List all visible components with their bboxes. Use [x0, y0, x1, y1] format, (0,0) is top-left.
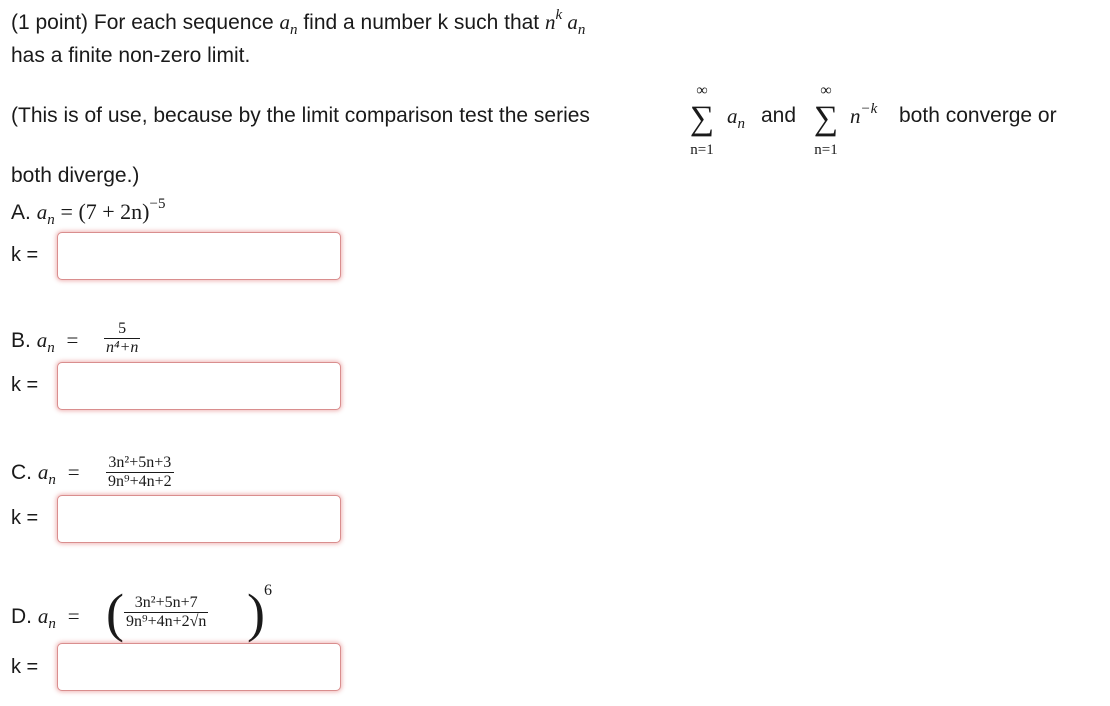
part-c-answer-input[interactable] — [57, 495, 341, 543]
part-d-fraction: 3n²+5n+7 9n⁹+4n+2√n — [124, 594, 209, 631]
part-d-answer-input[interactable] — [57, 643, 341, 691]
part-d-label: D. — [11, 605, 32, 628]
note-and: and — [761, 104, 797, 127]
var-a: an — [279, 10, 298, 38]
intro-text-1b: find a number k such that — [303, 11, 540, 34]
sigma-icon: ∑ — [813, 100, 839, 137]
part-d-outer-exponent: 6 — [264, 582, 272, 599]
var-a-n: an — [36, 200, 55, 228]
part-c-numerator: 3n²+5n+3 — [108, 454, 172, 471]
intro-line-1: (1 point) For each sequence an find a nu… — [11, 7, 586, 38]
part-a-label: A. — [11, 201, 31, 224]
part-a-expression: A. an = (7 + 2n)−5 — [11, 196, 166, 228]
intro-line-2: has a finite non-zero limit. — [11, 44, 251, 67]
part-b-fraction: 5 n⁴+n — [104, 320, 141, 357]
part-b-denominator: n⁴+n — [104, 338, 141, 356]
sum-2-upper: ∞ — [820, 82, 832, 99]
part-d-k-label: k = — [11, 656, 39, 678]
right-paren: ) — [247, 583, 265, 643]
part-b-label-row: B. an = — [11, 328, 79, 356]
part-c-label: C. — [11, 461, 32, 484]
part-c-k-label: k = — [11, 507, 39, 529]
part-a-k-label: k = — [11, 244, 39, 266]
part-b-label: B. — [11, 329, 31, 352]
part-a-answer-input[interactable] — [57, 232, 341, 280]
sum-2-lower: n=1 — [814, 142, 838, 158]
var-a-n: an — [37, 604, 56, 632]
expr-nk-an: nk an — [545, 7, 586, 38]
note-line-2: both diverge.) — [11, 164, 140, 187]
part-d-label-row: D. an = — [11, 604, 80, 632]
note-text-end: both converge or — [899, 104, 1057, 127]
note-text-start: (This is of use, because by the limit co… — [11, 104, 590, 127]
sum-1-upper: ∞ — [696, 82, 708, 99]
sum-2-term: n−k — [850, 101, 878, 128]
part-d-numerator: 3n²+5n+7 — [134, 594, 198, 611]
part-b-equals: = — [66, 328, 79, 352]
part-a-formula: = (7 + 2n) — [60, 199, 150, 224]
var-a-n: an — [37, 460, 56, 488]
part-d-denominator: 9n⁹+4n+2√n — [124, 612, 209, 630]
intro-text-1: (1 point) For each sequence — [11, 11, 274, 34]
part-c-equals: = — [67, 460, 80, 484]
var-a-n: an — [36, 328, 55, 356]
part-d-equals: = — [67, 604, 80, 628]
part-b-answer-input[interactable] — [57, 362, 341, 410]
sigma-icon: ∑ — [689, 100, 715, 137]
part-b-numerator: 5 — [118, 320, 127, 337]
part-c-label-row: C. an = — [11, 460, 80, 488]
sum-1-term: an — [727, 104, 745, 132]
left-paren: ( — [106, 583, 124, 643]
part-a-exponent: −5 — [149, 196, 166, 212]
part-b-k-label: k = — [11, 374, 39, 396]
part-c-fraction: 3n²+5n+3 9n⁹+4n+2 — [106, 454, 174, 491]
part-c-denominator: 9n⁹+4n+2 — [106, 472, 174, 490]
sum-1-lower: n=1 — [690, 142, 714, 158]
